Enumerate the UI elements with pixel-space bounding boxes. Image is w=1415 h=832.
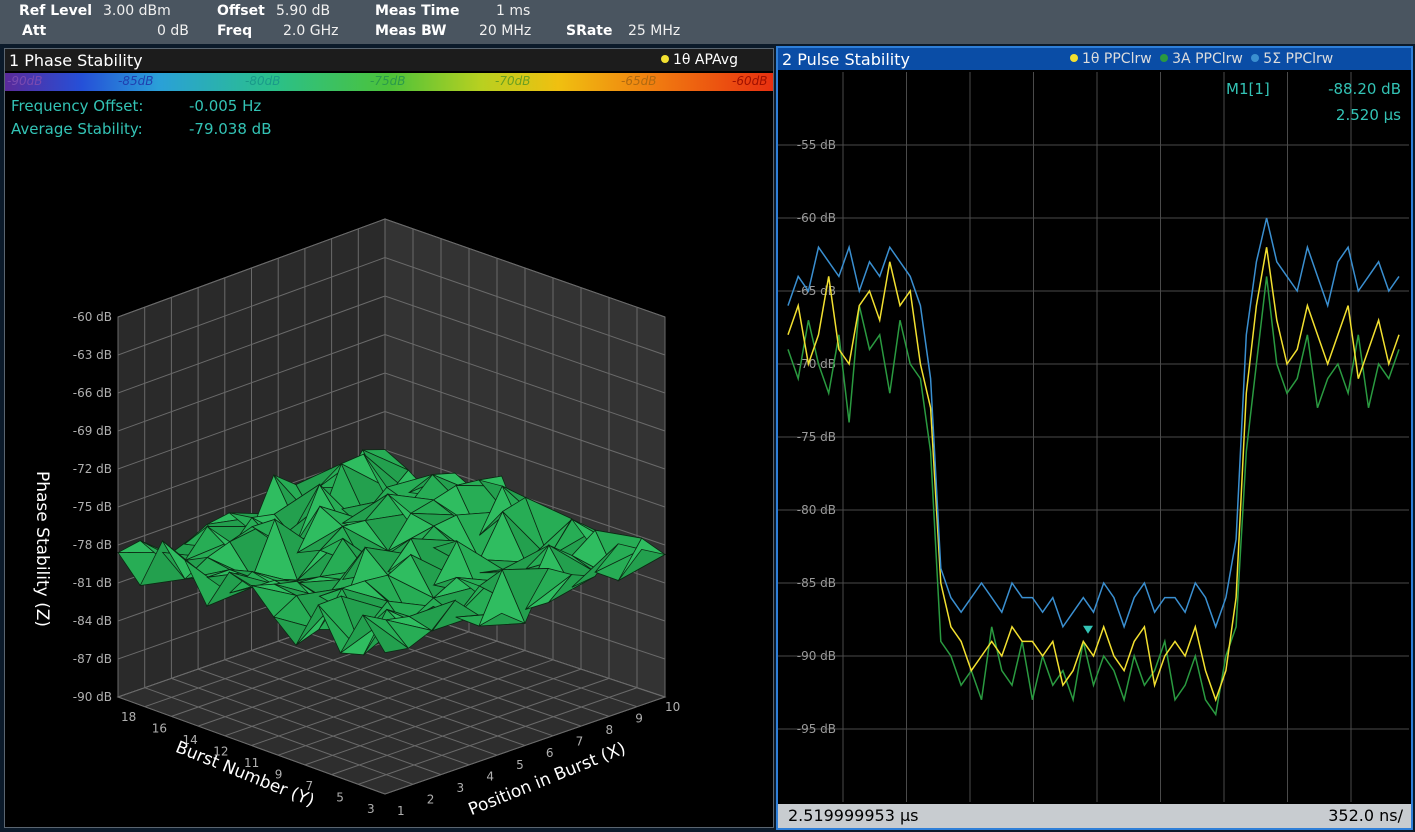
marker-icon [1083, 625, 1093, 634]
z-tick-label: -78 dB [73, 538, 112, 552]
pulse-stability-chart[interactable]: -55 dB-60 dB-65 dB-70 dB-75 dB-80 dB-85 … [778, 48, 1411, 828]
ref-level-value: 3.00 dBm [103, 3, 171, 19]
y-tick-label: 5 [336, 791, 344, 805]
z-tick-label: -87 dB [73, 652, 112, 666]
y-tick-label: -90 dB [797, 649, 836, 663]
srate-value: 25 MHz [628, 23, 681, 39]
meas-bw-value: 20 MHz [479, 23, 532, 39]
y-tick-label: 3 [367, 802, 375, 816]
y-tick-label: -70 dB [797, 357, 836, 371]
z-tick-label: -69 dB [73, 424, 112, 438]
y-tick-label: -55 dB [797, 138, 836, 152]
x-tick-label: 8 [605, 723, 613, 737]
meas-time-label: Meas Time [375, 3, 460, 19]
offset-label: Offset [217, 3, 265, 19]
trace-line [787, 276, 1400, 717]
y-tick-label: -75 dB [797, 430, 836, 444]
z-tick-label: -84 dB [73, 614, 112, 628]
srate-label: SRate [566, 23, 613, 39]
x-tick-label: 5 [516, 758, 524, 772]
y-tick-label: 16 [152, 722, 167, 736]
trace-line [787, 217, 1400, 630]
att-label: Att [22, 23, 47, 39]
z-tick-label: -90 dB [73, 690, 112, 704]
x-tick-label: 4 [486, 769, 494, 783]
ref-level-label: Ref Level [19, 3, 93, 19]
z-tick-label: -72 dB [73, 462, 112, 476]
y-tick-label: -95 dB [797, 722, 836, 736]
phase-stability-3d-plot[interactable]: -60 dB -63 dB -66 dB -69 dB -72 dB -75 dB -78 … [5, 49, 773, 827]
z-tick-label: -63 dB [73, 348, 112, 362]
z-tick-label: -66 dB [73, 386, 112, 400]
pulse-stability-panel[interactable]: 2 Pulse Stability 1θ PPClrw 3A PPClrw 5Σ… [776, 46, 1413, 830]
offset-value: 5.90 dB [276, 3, 331, 19]
chart-grid [778, 72, 1409, 802]
marker-time: 2.520 µs [1336, 106, 1401, 124]
trace-line [787, 247, 1400, 703]
x-tick-label: 9 [635, 712, 643, 726]
x-axis-footer: 2.519999953 µs 352.0 ns/ [778, 804, 1411, 828]
x-tick-label: 10 [665, 700, 680, 714]
y-tick-label: 18 [121, 710, 136, 724]
y-tick-label: -80 dB [797, 503, 836, 517]
meas-time-value: 1 ms [496, 3, 531, 19]
x-tick-label: 2 [427, 792, 435, 806]
z-axis-label: Phase Stability (Z) [32, 471, 52, 627]
marker-label: M1[1] [1226, 80, 1270, 98]
att-value: 0 dB [157, 23, 189, 39]
x-tick-label: 3 [457, 781, 465, 795]
freq-label: Freq [217, 23, 253, 39]
z-tick-label: -60 dB [73, 310, 112, 324]
y-tick-label: -85 dB [797, 576, 836, 590]
x-tick-label: 1 [397, 804, 405, 818]
meas-bw-label: Meas BW [375, 23, 447, 39]
status-header: Ref Level 3.00 dBm Offset 5.90 dB Meas T… [0, 0, 1415, 44]
marker-level: -88.20 dB [1328, 80, 1401, 98]
x-tick-label: 7 [576, 735, 584, 749]
freq-value: 2.0 GHz [283, 23, 339, 39]
x-scale-label: 352.0 ns/ [1328, 806, 1403, 825]
phase-stability-panel[interactable]: 1 Phase Stability 1θ APAvg -90dB -85dB -… [4, 48, 774, 828]
x-tick-label: 6 [546, 746, 554, 760]
z-tick-label: -75 dB [73, 500, 112, 514]
z-tick-label: -81 dB [73, 576, 112, 590]
x-start-label: 2.519999953 µs [788, 806, 919, 825]
y-tick-label: -60 dB [797, 211, 836, 225]
